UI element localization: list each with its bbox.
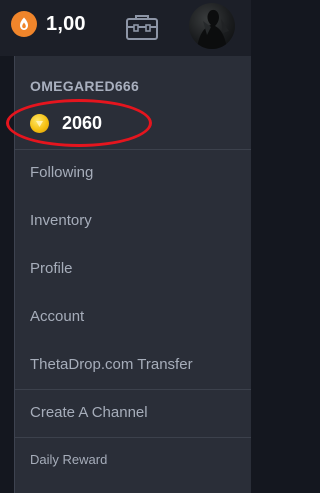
- highlight-circle: [6, 99, 152, 147]
- menu-divider: [15, 389, 251, 390]
- wallet-button[interactable]: [122, 10, 162, 44]
- menu-item-account[interactable]: Account: [30, 308, 84, 325]
- menu-item-following[interactable]: Following: [30, 164, 93, 181]
- top-bar: 1,00: [0, 0, 251, 56]
- menu-item-create-channel[interactable]: Create A Channel: [30, 404, 148, 421]
- menu-divider: [15, 437, 251, 438]
- avatar[interactable]: [189, 3, 235, 49]
- balance-amount: 1,00: [46, 12, 86, 35]
- menu-item-thetadrop-transfer[interactable]: ThetaDrop.com Transfer: [30, 356, 193, 373]
- wallet-icon: [126, 15, 158, 40]
- tfuel-balance[interactable]: 1,00: [11, 11, 86, 37]
- menu-item-inventory[interactable]: Inventory: [30, 212, 92, 229]
- menu-divider: [15, 149, 251, 150]
- menu-item-profile[interactable]: Profile: [30, 260, 73, 277]
- menu-item-daily-reward[interactable]: Daily Reward: [30, 452, 107, 467]
- theta-coin-icon: [11, 11, 37, 37]
- username: OMEGARED666: [30, 78, 140, 94]
